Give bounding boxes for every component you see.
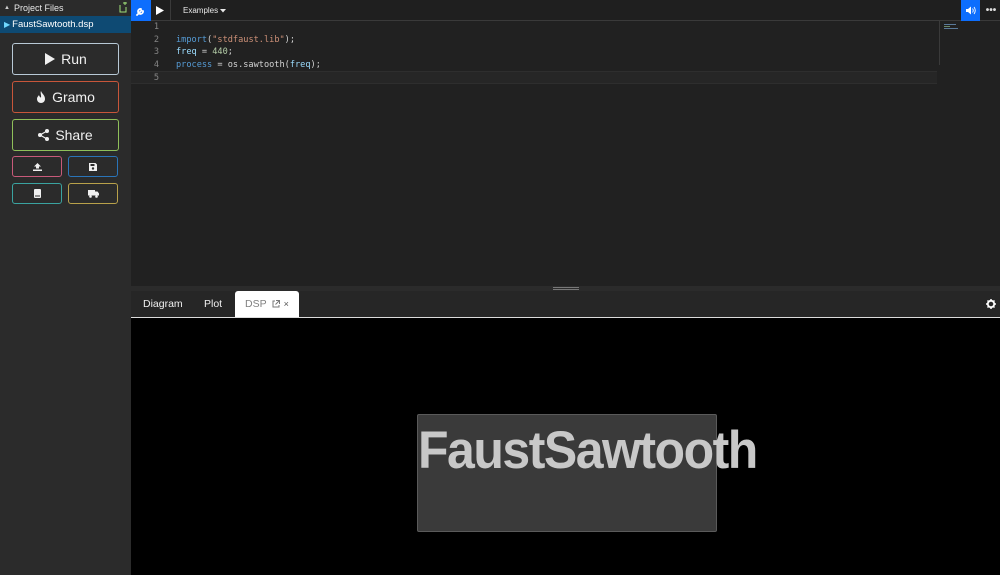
run-button[interactable]: Run [12, 43, 119, 75]
close-tab-icon[interactable]: × [284, 299, 289, 309]
code-minimap[interactable] [939, 21, 1000, 65]
toolbar-divider [170, 0, 171, 21]
line-number: 2 [153, 34, 159, 45]
save-button[interactable] [68, 156, 118, 177]
share-icon [38, 129, 50, 141]
file-item-faustsawtooth[interactable]: ▶ FaustSawtooth.dsp [0, 16, 131, 33]
more-menu-button[interactable]: ••• [982, 0, 1000, 21]
caret-down-icon [220, 8, 227, 12]
book-icon [33, 189, 41, 198]
share-button[interactable]: Share [12, 119, 119, 151]
code-editor[interactable]: 1 2 import("stdfaust.lib"); 3 freq = 440… [131, 21, 1000, 286]
file-play-icon: ▶ [4, 20, 11, 29]
line-number: 1 [153, 22, 159, 32]
audio-button[interactable] [961, 0, 980, 21]
line-code: process = os.sawtooth(freq); [176, 59, 321, 70]
code-line[interactable]: 3 freq = 440; [131, 46, 937, 59]
minimap-line [944, 24, 956, 25]
play-icon [156, 6, 164, 15]
tab-dsp[interactable]: DSP × [235, 291, 299, 317]
line-code: freq = 440; [176, 47, 233, 57]
tab-plot-label: Plot [204, 298, 223, 310]
line-code: import("stdfaust.lib"); [176, 34, 296, 45]
minimap-line [944, 28, 958, 29]
gramo-button[interactable]: Gramo [12, 81, 119, 113]
upload-icon [32, 162, 42, 171]
wrench-icon [136, 7, 144, 16]
tab-dsp-label: DSP [245, 298, 267, 310]
upload-button[interactable] [12, 156, 62, 177]
line-number: 4 [153, 59, 159, 70]
splitter-grip-icon[interactable] [553, 287, 579, 290]
toolbar-run-button[interactable] [151, 0, 169, 21]
editor-scrollbar[interactable] [993, 21, 1000, 286]
docs-button[interactable] [12, 183, 62, 204]
tab-diagram[interactable]: Diagram [143, 291, 183, 317]
export-button[interactable] [68, 183, 118, 204]
examples-label: Examples [183, 6, 219, 15]
truck-icon [87, 189, 99, 198]
faust-ide: ▲ Project Files ▶ FaustSawtooth.dsp Run … [0, 0, 1000, 575]
line-number: 5 [153, 73, 159, 83]
settings-button[interactable] [131, 0, 151, 21]
project-files-title: Project Files [13, 3, 64, 13]
code-line[interactable]: 2 import("stdfaust.lib"); [131, 34, 937, 47]
output-tabs: Diagram Plot DSP × [131, 291, 1000, 318]
dsp-view: FaustSawtooth [131, 318, 1000, 575]
volume-icon [965, 6, 976, 15]
code-line[interactable]: 1 [131, 21, 937, 34]
collapse-caret-icon[interactable]: ▲ [4, 5, 10, 11]
minimap-line [944, 26, 950, 27]
tab-plot[interactable]: Plot [204, 291, 222, 317]
tab-diagram-label: Diagram [143, 298, 183, 310]
examples-dropdown[interactable]: Examples [183, 0, 227, 21]
toolbar: Examples ••• [131, 0, 1000, 21]
sidebar: ▲ Project Files ▶ FaustSawtooth.dsp Run … [0, 0, 131, 575]
dsp-ui-panel: FaustSawtooth [417, 414, 758, 532]
project-files-header[interactable]: ▲ Project Files [0, 0, 131, 16]
save-icon [89, 162, 97, 171]
code-line[interactable]: 4 process = os.sawtooth(freq); [131, 59, 937, 72]
play-icon [45, 53, 56, 65]
code-line-active[interactable]: 5 [131, 71, 937, 84]
gear-icon[interactable] [986, 299, 996, 309]
line-number: 3 [153, 47, 159, 57]
run-label: Run [61, 51, 87, 67]
more-icon: ••• [985, 5, 997, 16]
fire-icon [37, 91, 46, 103]
file-name: FaustSawtooth.dsp [12, 19, 94, 30]
share-label: Share [55, 127, 93, 143]
external-link-icon[interactable] [272, 300, 280, 308]
dsp-title: FaustSawtooth [418, 420, 758, 480]
gramo-label: Gramo [52, 89, 95, 105]
new-file-icon[interactable] [118, 2, 128, 13]
